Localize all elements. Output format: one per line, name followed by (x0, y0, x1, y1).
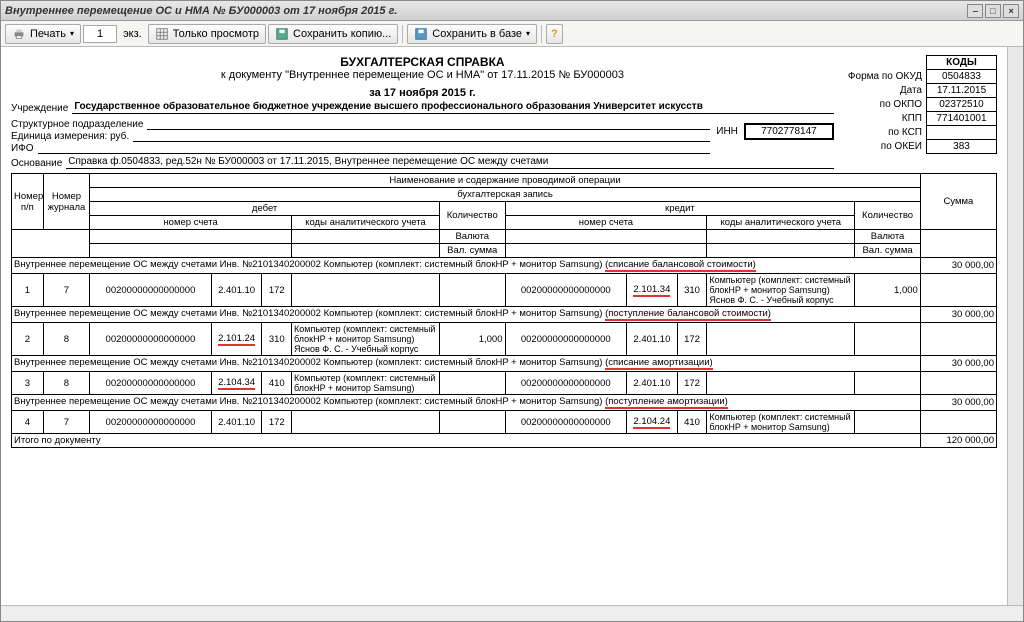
entry-row: 47002000000000000002.401.101720020000000… (12, 411, 997, 434)
help-button[interactable]: ? (546, 24, 563, 44)
inn-value: 7702778147 (744, 123, 834, 140)
ifo-label: ИФО (11, 143, 34, 154)
th-d-anal: коды аналитического учета (292, 216, 440, 230)
vertical-scrollbar[interactable] (1007, 47, 1023, 605)
total-sum: 120 000,00 (920, 434, 996, 448)
th-qty-c: Количество (855, 202, 921, 230)
disk-icon (275, 27, 289, 41)
th-d-valsum: Вал. сумма (439, 244, 505, 258)
doc-subtitle: к документу "Внутреннее перемещение ОС и… (11, 69, 834, 81)
save-copy-button[interactable]: Сохранить копию... (268, 24, 398, 44)
status-bar (1, 605, 1023, 621)
save-db-label: Сохранить в базе (432, 28, 522, 40)
codes-head: КОДЫ (927, 56, 997, 70)
close-button[interactable]: × (1003, 4, 1019, 18)
th-npp: Номер п/п (12, 174, 44, 230)
view-only-button[interactable]: Только просмотр (148, 24, 266, 44)
date-code: 17.11.2015 (927, 84, 997, 98)
th-c-anal: коды аналитического учета (707, 216, 855, 230)
separator (402, 25, 403, 43)
view-only-label: Только просмотр (173, 28, 259, 40)
entry-row: 17002000000000000002.401.101720020000000… (12, 274, 997, 307)
th-qty-d: Количество (439, 202, 505, 230)
dropdown-icon: ▾ (70, 29, 74, 38)
copies-input[interactable] (83, 25, 117, 43)
unit-label: Единица измерения: руб. (11, 131, 129, 142)
th-d-cur: Валюта (439, 230, 505, 244)
th-c-cur: Валюта (855, 230, 921, 244)
help-icon: ? (551, 28, 558, 40)
print-label: Печать (30, 28, 66, 40)
codes-box: КОДЫ Форма по ОКУД0504833 Дата17.11.2015… (842, 55, 997, 154)
group-header-row: Внутреннее перемещение ОС между счетами … (12, 395, 997, 411)
group-header-row: Внутреннее перемещение ОС между счетами … (12, 307, 997, 323)
entry-row: 28002000000000000002.101.24310Компьютер … (12, 323, 997, 356)
toolbar: Печать ▾ экз. Только просмотр Сохранить … (1, 21, 1023, 47)
kpp-code: 771401001 (927, 112, 997, 126)
ksp-code (927, 126, 997, 140)
print-button[interactable]: Печать ▾ (5, 24, 81, 44)
ifo-value (38, 142, 711, 154)
entries-table: Номер п/п Номер журнала Наименование и с… (11, 173, 997, 448)
inn-label: ИНН (716, 126, 738, 137)
th-debit: дебет (90, 202, 440, 216)
group-header-row: Внутреннее перемещение ОС между счетами … (12, 258, 997, 274)
window-title: Внутреннее перемещение ОС и НМА № БУ0000… (5, 5, 397, 17)
basis-value: Справка ф.0504833, ред.52н № БУ000003 от… (66, 156, 834, 169)
dropdown-icon: ▾ (526, 29, 530, 38)
th-credit: кредит (505, 202, 855, 216)
group-header-row: Внутреннее перемещение ОС между счетами … (12, 356, 997, 372)
okei-code: 383 (927, 140, 997, 154)
doc-title: БУХГАЛТЕРСКАЯ СПРАВКА (11, 55, 834, 69)
org-value: Государственное образовательное бюджетно… (72, 101, 834, 114)
doc-date-line: за 17 ноября 2015 г. (11, 87, 834, 99)
document-canvas: БУХГАЛТЕРСКАЯ СПРАВКА к документу "Внутр… (1, 47, 1007, 605)
save-db-button[interactable]: Сохранить в базе ▾ (407, 24, 537, 44)
total-label: Итого по документу (12, 434, 921, 448)
entry-row: 38002000000000000002.104.34410Компьютер … (12, 372, 997, 395)
copies-unit: экз. (119, 28, 146, 40)
disk-db-icon (414, 27, 428, 41)
separator (541, 25, 542, 43)
th-operation: Наименование и содержание проводимой опе… (90, 174, 921, 188)
minimize-button[interactable]: ‒ (967, 4, 983, 18)
save-copy-label: Сохранить копию... (293, 28, 391, 40)
window-titlebar: Внутреннее перемещение ОС и НМА № БУ0000… (1, 1, 1023, 21)
okud-code: 0504833 (927, 70, 997, 84)
subdiv-label: Структурное подразделение (11, 119, 143, 130)
th-journal: Номер журнала (43, 174, 90, 230)
printer-icon (12, 27, 26, 41)
subdiv-value (147, 118, 710, 130)
th-sum: Сумма (920, 174, 996, 230)
th-c-acc: номер счета (505, 216, 707, 230)
th-d-acc: номер счета (90, 216, 292, 230)
basis-label: Основание (11, 158, 62, 169)
th-c-valsum: Вал. сумма (855, 244, 921, 258)
okpo-code: 02372510 (927, 98, 997, 112)
org-label: Учреждение (11, 103, 68, 114)
th-entry: бухгалтерская запись (90, 188, 921, 202)
maximize-button[interactable]: □ (985, 4, 1001, 18)
grid-icon (155, 27, 169, 41)
unit-value (133, 130, 710, 142)
